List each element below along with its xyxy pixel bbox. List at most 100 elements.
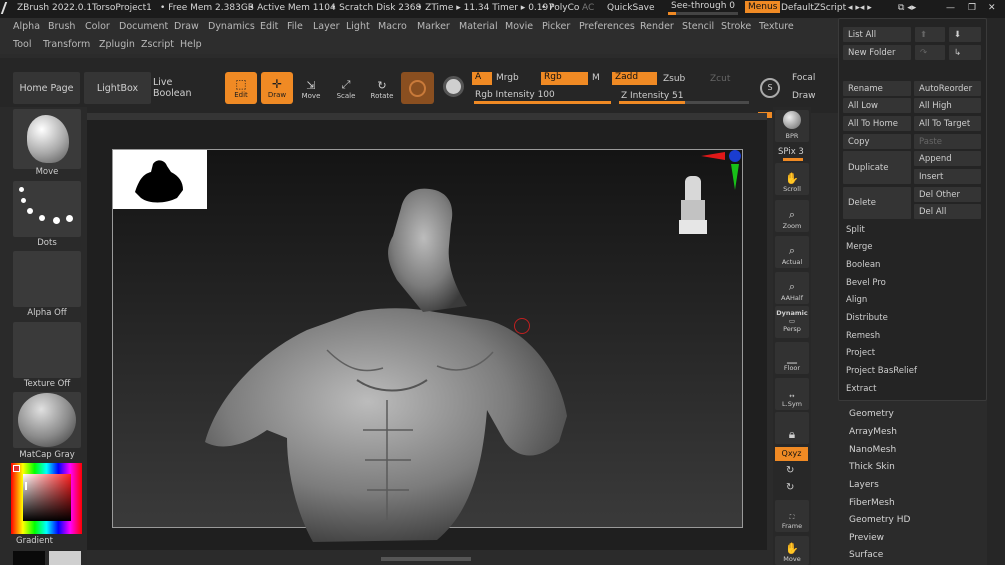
scroll-button[interactable]: ✋ Scroll bbox=[775, 163, 809, 195]
brush-thumbnail[interactable] bbox=[13, 109, 81, 169]
live-boolean-button[interactable]: Live Boolean bbox=[153, 72, 213, 104]
scale-button[interactable]: ⤢ Scale bbox=[332, 72, 360, 100]
menu-preferences[interactable]: Preferences bbox=[579, 21, 635, 32]
stroke-thumbnail[interactable] bbox=[13, 181, 81, 237]
bpr-button[interactable]: BPR bbox=[775, 110, 809, 142]
menu-transform[interactable]: Transform bbox=[43, 39, 90, 50]
color-picker[interactable] bbox=[11, 463, 82, 534]
zoom-button[interactable]: ⌕ Zoom bbox=[775, 200, 809, 232]
del-all-button[interactable]: Del All bbox=[914, 204, 981, 219]
menu-help[interactable]: Help bbox=[180, 39, 202, 50]
project-basrelief-section[interactable]: Project BasRelief bbox=[846, 366, 917, 376]
rgb-toggle[interactable]: Rgb bbox=[541, 72, 588, 85]
draw-button[interactable]: ✛ Draw bbox=[261, 72, 293, 104]
menu-document[interactable]: Document bbox=[119, 21, 168, 32]
a-toggle[interactable]: A bbox=[472, 72, 492, 85]
floor-button[interactable]: ▁▁ Floor bbox=[775, 342, 809, 374]
tool-thick-skin[interactable]: Thick Skin bbox=[849, 462, 895, 472]
torso-model[interactable] bbox=[187, 180, 627, 550]
tray-scrollbar[interactable] bbox=[987, 18, 1005, 565]
menu-dynamics[interactable]: Dynamics bbox=[208, 21, 255, 32]
menu-edit[interactable]: Edit bbox=[260, 21, 278, 32]
menu-file[interactable]: File bbox=[287, 21, 303, 32]
all-to-target-button[interactable]: All To Target bbox=[914, 116, 981, 131]
align-section[interactable]: Align bbox=[846, 295, 867, 305]
tool-preview[interactable]: Preview bbox=[849, 533, 884, 543]
see-through-slider[interactable]: See-through 0 bbox=[671, 1, 735, 11]
rename-button[interactable]: Rename bbox=[843, 81, 911, 96]
spix-slider[interactable] bbox=[783, 158, 803, 161]
down-arrow-icon[interactable]: ⬇ bbox=[949, 27, 981, 42]
tool-surface[interactable]: Surface bbox=[849, 550, 883, 560]
rotate-z-icon[interactable]: ↻ bbox=[786, 482, 794, 493]
rotate-y-icon[interactable]: ↻ bbox=[786, 465, 794, 476]
all-high-button[interactable]: All High bbox=[914, 98, 981, 113]
menu-texture[interactable]: Texture bbox=[759, 21, 794, 32]
tool-arraymesh[interactable]: ArrayMesh bbox=[849, 427, 897, 437]
zadd-toggle[interactable]: Zadd bbox=[612, 72, 657, 85]
lightbox-button[interactable]: LightBox bbox=[84, 72, 151, 104]
zsub-toggle[interactable]: Zsub bbox=[663, 74, 685, 84]
tool-nanomesh[interactable]: NanoMesh bbox=[849, 445, 896, 455]
tool-geometry[interactable]: Geometry bbox=[849, 409, 894, 419]
menu-stencil[interactable]: Stencil bbox=[682, 21, 714, 32]
auto-reorder-button[interactable]: AutoReorder bbox=[914, 81, 981, 96]
alpha-thumbnail[interactable] bbox=[13, 251, 81, 307]
z-intensity-slider[interactable] bbox=[619, 101, 749, 104]
timeline-bar[interactable] bbox=[87, 113, 767, 120]
distribute-section[interactable]: Distribute bbox=[846, 313, 888, 323]
remesh-section[interactable]: Remesh bbox=[846, 331, 880, 341]
zcut-toggle[interactable]: Zcut bbox=[710, 74, 730, 84]
menu-tool[interactable]: Tool bbox=[13, 39, 31, 50]
rgb-intensity-slider[interactable] bbox=[474, 101, 611, 104]
duplicate-button[interactable]: Duplicate bbox=[843, 151, 911, 184]
tool-fibermesh[interactable]: FiberMesh bbox=[849, 498, 895, 508]
paste-button[interactable]: Paste bbox=[914, 134, 981, 149]
menu-macro[interactable]: Macro bbox=[378, 21, 407, 32]
texture-thumbnail[interactable] bbox=[13, 322, 81, 378]
menu-brush[interactable]: Brush bbox=[48, 21, 75, 32]
m-toggle[interactable]: M bbox=[592, 73, 600, 83]
menu-stroke[interactable]: Stroke bbox=[721, 21, 751, 32]
lock-button[interactable]: 🔒︎ bbox=[775, 412, 809, 444]
menu-color[interactable]: Color bbox=[85, 21, 110, 32]
menu-marker[interactable]: Marker bbox=[417, 21, 450, 32]
menu-alpha[interactable]: Alpha bbox=[13, 21, 40, 32]
append-button[interactable]: Append bbox=[914, 151, 981, 166]
lsym-button[interactable]: ↔ L.Sym bbox=[775, 378, 809, 410]
redo-arrow-icon[interactable]: ↷ bbox=[915, 45, 945, 60]
del-other-button[interactable]: Del Other bbox=[914, 187, 981, 202]
layout-icon[interactable]: ⧉ ◂▸ bbox=[898, 3, 916, 13]
tool-geometry-hd[interactable]: Geometry HD bbox=[849, 515, 910, 525]
up-arrow-icon[interactable]: ⬆ bbox=[915, 27, 945, 42]
menu-material[interactable]: Material bbox=[459, 21, 498, 32]
orientation-head-icon[interactable] bbox=[675, 176, 711, 238]
all-low-button[interactable]: All Low bbox=[843, 98, 911, 113]
copy-button[interactable]: Copy bbox=[843, 134, 911, 149]
menu-movie[interactable]: Movie bbox=[505, 21, 533, 32]
document-canvas[interactable] bbox=[87, 120, 767, 561]
merge-section[interactable]: Merge bbox=[846, 242, 873, 252]
menu-zscript[interactable]: Zscript bbox=[141, 39, 174, 50]
home-page-button[interactable]: Home Page bbox=[13, 72, 80, 104]
move-view-button[interactable]: ✋ Move bbox=[775, 536, 809, 565]
project-section[interactable]: Project bbox=[846, 348, 875, 358]
menu-picker[interactable]: Picker bbox=[542, 21, 570, 32]
tool-layers[interactable]: Layers bbox=[849, 480, 879, 490]
restore-icon[interactable]: ❐ bbox=[968, 3, 976, 13]
new-folder-button[interactable]: New Folder bbox=[843, 45, 911, 60]
delete-button[interactable]: Delete bbox=[843, 187, 911, 219]
spix-label[interactable]: SPix 3 bbox=[778, 147, 804, 157]
menus-button[interactable]: Menus bbox=[745, 1, 781, 13]
actual-button[interactable]: ⌕ Actual bbox=[775, 236, 809, 268]
menu-render[interactable]: Render bbox=[640, 21, 674, 32]
move-button[interactable]: ⇲ Move bbox=[297, 72, 325, 100]
arrows-icon[interactable]: ◂ ▸◂ ▸ bbox=[848, 3, 872, 13]
material-swatch[interactable] bbox=[401, 72, 434, 104]
close-icon[interactable]: ✕ bbox=[988, 3, 996, 13]
secondary-color-swatch[interactable] bbox=[49, 551, 81, 565]
list-all-button[interactable]: List All bbox=[843, 27, 911, 42]
main-color-swatch[interactable] bbox=[13, 551, 45, 565]
persp-button[interactable]: Dynamic ▭ Persp bbox=[775, 306, 809, 338]
color-sphere-icon[interactable] bbox=[443, 76, 464, 97]
